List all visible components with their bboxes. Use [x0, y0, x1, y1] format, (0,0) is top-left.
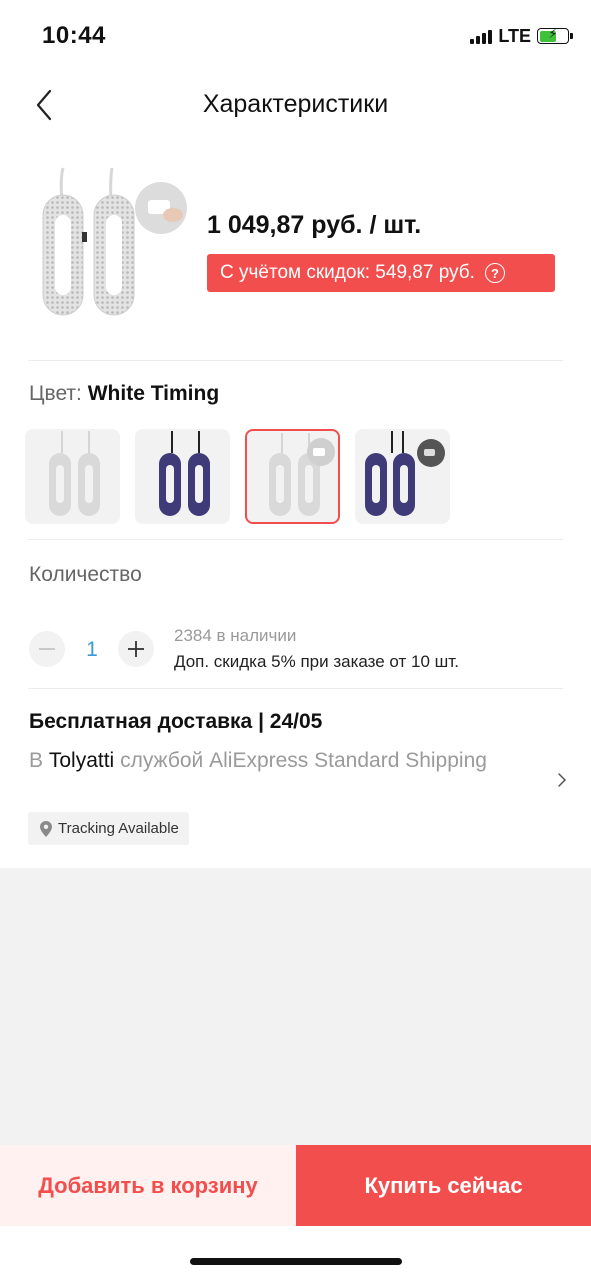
quantity-increase-button[interactable]: [118, 631, 154, 667]
status-icons: LTE ⚡: [470, 24, 573, 48]
page-title: Характеристики: [202, 90, 389, 118]
bulk-discount-text: Доп. скидка 5% при заказе от 10 шт.: [174, 652, 459, 671]
content-spacer: [0, 868, 591, 1145]
quantity-decrease-button[interactable]: [29, 631, 65, 667]
divider: [28, 360, 563, 361]
color-swatch-blue[interactable]: [135, 429, 230, 524]
tracking-badge: Tracking Available: [28, 812, 189, 845]
location-pin-icon: [40, 820, 52, 837]
battery-icon: ⚡: [537, 26, 573, 44]
divider: [28, 539, 563, 540]
shipping-title: Бесплатная доставка | 24/05: [29, 710, 323, 733]
help-icon[interactable]: ?: [484, 263, 505, 283]
network-type: LTE: [498, 25, 531, 46]
signal-icon: [470, 28, 493, 44]
stock-count: 2384 в наличии: [174, 626, 297, 645]
plus-icon: [128, 641, 144, 657]
shipping-city: Tolyatti: [48, 749, 115, 772]
product-image[interactable]: [30, 160, 200, 335]
color-row: Цвет: White Timing: [29, 382, 219, 406]
divider: [28, 688, 563, 689]
shipping-chevron-right-icon[interactable]: [555, 770, 569, 790]
color-label: Цвет:: [29, 382, 82, 405]
product-price: 1 049,87 руб. / шт.: [207, 211, 422, 239]
quantity-value[interactable]: 1: [84, 638, 100, 662]
shipping-prefix: В: [29, 749, 44, 772]
discount-badge[interactable]: С учётом скидок: 549,87 руб. ?: [207, 254, 555, 292]
shipping-description[interactable]: В Tolyatti службой AliExpress Standard S…: [29, 746, 509, 776]
color-swatch-white-timing[interactable]: [245, 429, 340, 524]
shipping-service: службой AliExpress Standard Shipping: [120, 749, 487, 772]
tracking-text: Tracking Available: [58, 820, 179, 837]
color-swatch-white[interactable]: [25, 429, 120, 524]
status-time: 10:44: [42, 22, 106, 49]
color-value: White Timing: [87, 382, 220, 405]
home-indicator[interactable]: [190, 1258, 402, 1265]
discount-text: С учётом скидок: 549,87 руб.: [220, 262, 475, 283]
add-to-cart-button[interactable]: Добавить в корзину: [0, 1145, 296, 1226]
color-swatch-blue-timing[interactable]: [355, 429, 450, 524]
minus-icon: [39, 648, 55, 650]
quantity-title: Количество: [29, 563, 142, 586]
buy-now-button[interactable]: Купить сейчас: [296, 1145, 591, 1226]
